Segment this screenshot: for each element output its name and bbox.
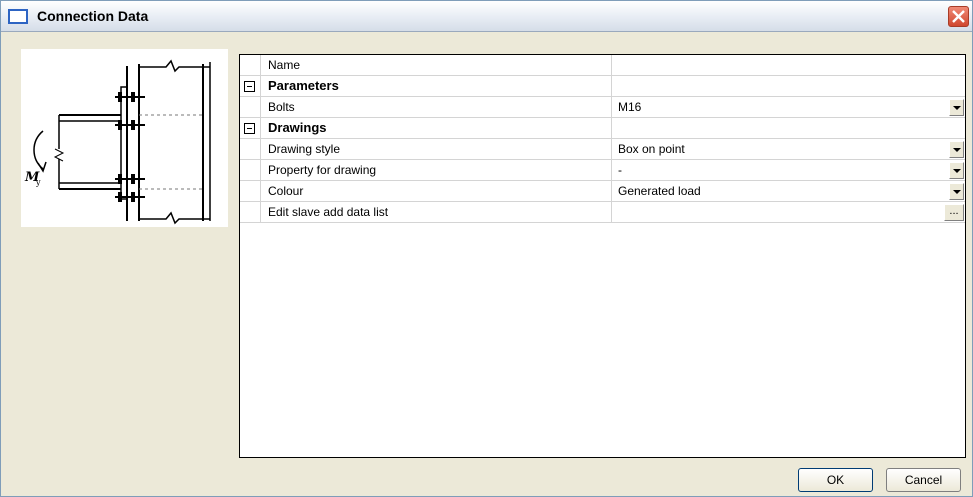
column-divider bbox=[611, 55, 612, 75]
ok-button[interactable]: OK bbox=[798, 468, 873, 492]
close-button[interactable] bbox=[948, 6, 969, 27]
connection-sketch: M y bbox=[24, 59, 211, 225]
property-grid: Name Parameters Bolts M16 Drawings Drawi… bbox=[239, 54, 966, 458]
category-row-drawings[interactable]: Drawings bbox=[240, 118, 965, 139]
property-value[interactable]: M16 bbox=[618, 100, 641, 114]
dropdown-arrow-icon[interactable] bbox=[949, 99, 964, 116]
connection-preview-image: M y bbox=[21, 49, 228, 227]
category-label: Drawings bbox=[268, 120, 327, 135]
property-value[interactable]: - bbox=[618, 163, 622, 177]
moment-subscript: y bbox=[35, 178, 41, 187]
property-row-bolts[interactable]: Bolts M16 bbox=[240, 97, 965, 118]
row-gutter bbox=[240, 76, 261, 96]
property-label: Colour bbox=[268, 184, 304, 198]
property-label: Property for drawing bbox=[268, 163, 377, 177]
property-row-drawing-style[interactable]: Drawing style Box on point bbox=[240, 139, 965, 160]
column-divider bbox=[611, 76, 612, 96]
property-value[interactable]: Generated load bbox=[618, 184, 701, 198]
column-divider bbox=[611, 118, 612, 138]
row-gutter bbox=[240, 160, 261, 180]
category-row-parameters[interactable]: Parameters bbox=[240, 76, 965, 97]
window-icon bbox=[8, 9, 28, 24]
row-gutter bbox=[240, 202, 261, 222]
property-row-name[interactable]: Name bbox=[240, 55, 965, 76]
row-gutter bbox=[240, 55, 261, 75]
collapse-icon[interactable] bbox=[244, 123, 255, 134]
row-gutter bbox=[240, 181, 261, 201]
column-divider bbox=[611, 97, 612, 117]
close-icon bbox=[952, 10, 965, 23]
dropdown-arrow-icon[interactable] bbox=[949, 183, 964, 200]
category-label: Parameters bbox=[268, 78, 339, 93]
column-divider bbox=[611, 139, 612, 159]
property-row-colour[interactable]: Colour Generated load bbox=[240, 181, 965, 202]
property-label: Name bbox=[268, 58, 301, 72]
cancel-button[interactable]: Cancel bbox=[886, 468, 961, 492]
ellipsis-button[interactable]: ... bbox=[944, 204, 964, 221]
property-label: Drawing style bbox=[268, 142, 341, 156]
collapse-icon[interactable] bbox=[244, 81, 255, 92]
property-label: Edit slave add data list bbox=[268, 205, 389, 219]
column-divider bbox=[611, 160, 612, 180]
dropdown-arrow-icon[interactable] bbox=[949, 162, 964, 179]
property-label: Bolts bbox=[268, 100, 295, 114]
property-row-edit-slave-add-data-list[interactable]: Edit slave add data list ... bbox=[240, 202, 965, 223]
dropdown-arrow-icon[interactable] bbox=[949, 141, 964, 158]
row-gutter bbox=[240, 139, 261, 159]
row-gutter bbox=[240, 97, 261, 117]
column-divider bbox=[611, 181, 612, 201]
window-title: Connection Data bbox=[37, 8, 149, 24]
property-value[interactable]: Box on point bbox=[618, 142, 685, 156]
column-divider bbox=[611, 202, 612, 222]
connection-data-dialog: Connection Data M y Name Parameters Bolt… bbox=[0, 0, 973, 497]
property-row-property-for-drawing[interactable]: Property for drawing - bbox=[240, 160, 965, 181]
row-gutter bbox=[240, 118, 261, 138]
title-bar: Connection Data bbox=[1, 1, 972, 32]
